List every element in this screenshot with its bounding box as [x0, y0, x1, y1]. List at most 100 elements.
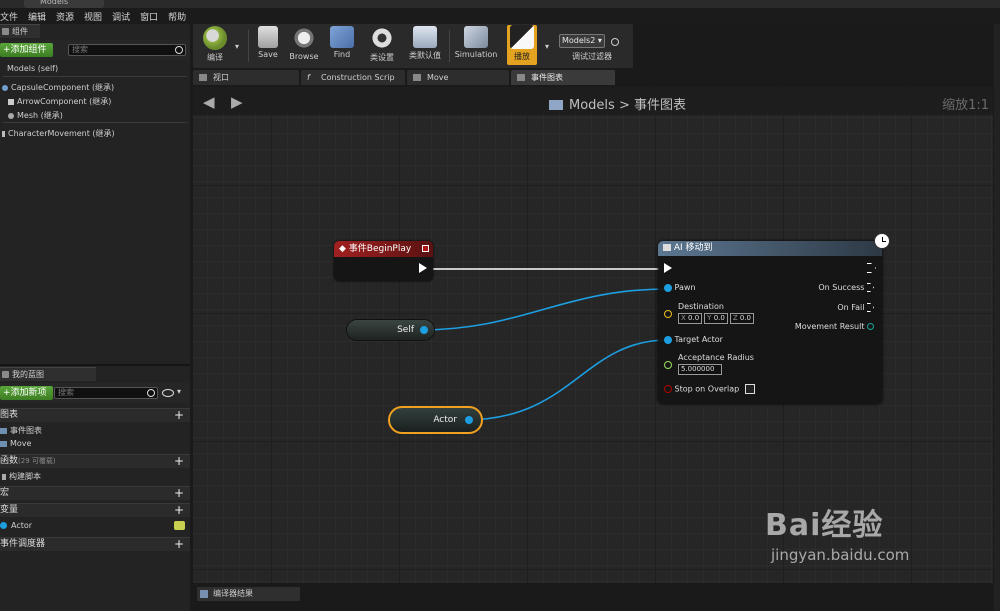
delegate-pin[interactable]	[422, 245, 429, 252]
menu-asset[interactable]: 资源	[56, 10, 74, 23]
stop-on-overlap-pin[interactable]	[664, 385, 672, 393]
eye-icon[interactable]	[162, 389, 174, 397]
components-tab[interactable]: 组件	[0, 24, 40, 38]
add-new-button[interactable]: +添加新项	[0, 386, 53, 400]
then-exec-pin[interactable]	[419, 263, 427, 273]
play-label: 播放	[514, 52, 530, 61]
target-actor-pin[interactable]	[664, 335, 672, 344]
section-dispatchers-label: 事件调度器	[0, 539, 46, 549]
add-graph-icon[interactable]: +	[174, 409, 184, 422]
component-mesh[interactable]: Mesh (继承)	[8, 110, 63, 121]
on-fail-label: On Fail	[837, 303, 865, 312]
component-movement[interactable]: CharacterMovement (继承)	[2, 128, 115, 139]
eye-toggle-icon[interactable]	[174, 521, 185, 530]
function-item-label: 构建脚本	[9, 472, 41, 481]
chevron-down-icon[interactable]: ▾	[235, 42, 239, 51]
section-graphs[interactable]: 图表 +	[0, 408, 190, 422]
compile-label: 编译	[207, 53, 223, 62]
play-button[interactable]: 播放	[507, 25, 537, 65]
search-icon[interactable]	[611, 38, 619, 46]
components-search-placeholder: 搜索	[72, 45, 88, 54]
dest-z-field[interactable]: Z 0.0	[729, 313, 754, 324]
panel-splitter[interactable]	[0, 364, 190, 366]
on-fail-pin[interactable]	[867, 303, 874, 312]
acceptance-radius-pin[interactable]	[664, 361, 672, 369]
find-button[interactable]: Find	[327, 26, 357, 59]
add-macro-icon[interactable]: +	[174, 487, 184, 500]
blueprint-search-input[interactable]: 搜索	[54, 387, 158, 399]
tab-event-graph-label: 事件图表	[531, 73, 563, 82]
chevron-down-icon[interactable]: ▾	[545, 42, 549, 51]
exec-input-pin[interactable]	[664, 263, 672, 273]
compiler-results-tab[interactable]: 编译器结果	[197, 587, 300, 601]
tab-construction-script[interactable]: f Construction Scrip	[301, 70, 405, 85]
actor-node[interactable]: Actor	[388, 406, 483, 434]
variable-item-actor[interactable]: Actor	[0, 521, 188, 530]
ai-move-to-node[interactable]: AI 移动到 Pawn Destination X 0.0 Y 0.0 Z 0.0 …	[658, 233, 890, 404]
components-tab-label: 组件	[12, 27, 28, 36]
watermark: Bai经验 jingyan.baidu.com	[765, 500, 909, 564]
menu-window[interactable]: 窗口	[140, 10, 158, 23]
components-search-input[interactable]: 搜索	[68, 44, 186, 56]
tab-move[interactable]: Move	[407, 70, 509, 85]
plus-icon: +	[3, 388, 11, 398]
save-button[interactable]: Save	[253, 26, 283, 59]
add-dispatcher-icon[interactable]: +	[174, 538, 184, 551]
dest-y-field[interactable]: Y 0.0	[704, 313, 728, 324]
section-variables[interactable]: 变量 +	[0, 503, 190, 517]
window-tab[interactable]: Models	[24, 0, 104, 8]
pawn-wire[interactable]	[419, 288, 669, 331]
function-icon: f	[307, 73, 310, 82]
tab-move-label: Move	[427, 73, 449, 82]
stop-on-overlap-checkbox[interactable]	[744, 384, 755, 394]
dest-x-field[interactable]: X 0.0	[678, 313, 703, 324]
section-macros[interactable]: 宏 +	[0, 486, 190, 500]
graph-item-move[interactable]: Move	[0, 439, 31, 448]
function-item-construction[interactable]: 构建脚本	[2, 471, 41, 482]
graph-item-event[interactable]: 事件图表	[0, 425, 42, 436]
tab-viewport[interactable]: 视口	[193, 70, 299, 85]
simulation-icon	[464, 26, 488, 48]
acceptance-radius-field[interactable]: 5.000000	[678, 364, 722, 375]
class-defaults-button[interactable]: 类默认值	[405, 26, 445, 61]
checklist-icon	[413, 26, 437, 48]
add-function-icon[interactable]: +	[174, 455, 184, 468]
pawn-pin[interactable]	[664, 283, 672, 292]
section-dispatchers[interactable]: 事件调度器 +	[0, 537, 190, 551]
mesh-icon	[8, 112, 14, 119]
section-functions[interactable]: 函数(29 可覆载) +	[0, 454, 190, 468]
acceptance-radius-label: Acceptance Radius	[678, 353, 754, 362]
my-blueprint-tab[interactable]: 我的蓝图	[0, 367, 96, 381]
menu-file[interactable]: 文件	[0, 10, 18, 23]
binoculars-icon	[330, 26, 354, 48]
class-settings-button[interactable]: 类设置	[365, 26, 399, 63]
search-icon	[147, 389, 155, 397]
menu-edit[interactable]: 编辑	[28, 10, 46, 23]
save-icon	[258, 26, 278, 48]
component-root[interactable]: Models (self)	[7, 64, 58, 73]
menu-view[interactable]: 视图	[84, 10, 102, 23]
chevron-down-icon[interactable]: ▾	[177, 387, 181, 396]
component-arrow[interactable]: ArrowComponent (继承)	[8, 96, 111, 107]
add-variable-icon[interactable]: +	[174, 504, 184, 517]
actor-output-pin[interactable]	[465, 416, 473, 424]
compile-button[interactable]: 编译	[197, 26, 233, 63]
tab-event-graph[interactable]: 事件图表	[511, 70, 615, 85]
tab-construction-label: Construction Scrip	[321, 73, 395, 82]
self-output-pin[interactable]	[420, 326, 428, 334]
actor-label: Actor	[433, 415, 457, 425]
target-actor-wire[interactable]	[464, 339, 669, 421]
on-success-pin[interactable]	[867, 283, 874, 292]
component-capsule[interactable]: CapsuleComponent (继承)	[2, 82, 114, 93]
menu-debug[interactable]: 调试	[112, 10, 130, 23]
simulation-button[interactable]: Simulation	[453, 26, 499, 59]
menu-help[interactable]: 帮助	[168, 10, 186, 23]
add-component-button[interactable]: +添加组件	[0, 43, 53, 57]
begin-play-node[interactable]: ◆ 事件BeginPlay	[334, 241, 433, 281]
movement-result-pin[interactable]	[867, 323, 874, 330]
exec-output-pin[interactable]	[867, 263, 876, 273]
browse-button[interactable]: Browse	[287, 26, 321, 61]
destination-pin[interactable]	[664, 310, 672, 318]
debug-object-select[interactable]: Models2 ▾	[559, 34, 605, 48]
self-node[interactable]: Self	[346, 319, 435, 341]
